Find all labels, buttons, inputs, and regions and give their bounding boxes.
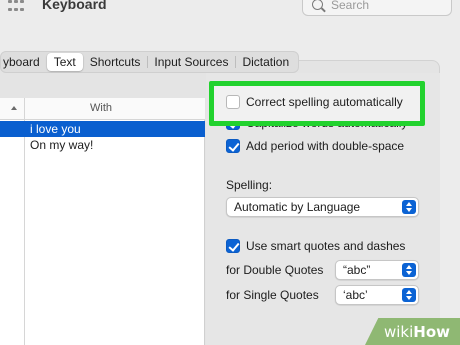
- search-icon: [312, 0, 323, 10]
- column-header-with[interactable]: With: [90, 102, 112, 114]
- sort-ascending-icon[interactable]: [11, 106, 17, 110]
- double-quotes-value: “abc”: [343, 263, 371, 277]
- chevron-up-down-icon: [402, 288, 416, 302]
- tab-keyboard[interactable]: yboard: [3, 53, 47, 71]
- smart-quotes-label: Use smart quotes and dashes: [246, 239, 406, 253]
- row-with-text: i love you: [30, 122, 81, 136]
- double-quotes-label: for Double Quotes: [226, 263, 324, 277]
- chevron-up-down-icon: [402, 200, 416, 214]
- table-row[interactable]: On my way!: [0, 137, 205, 153]
- smart-quotes-checkbox[interactable]: [226, 239, 240, 253]
- chevron-up-down-icon: [402, 263, 416, 277]
- correct-spelling-label: Correct spelling automatically: [246, 95, 403, 109]
- wikihow-logo-text: wikiHow: [384, 323, 451, 341]
- title-bar: Keyboard Search: [0, 0, 460, 40]
- text-replacements-table[interactable]: With i love you On my way!: [0, 98, 205, 345]
- correct-spelling-checkbox[interactable]: [226, 95, 240, 109]
- spelling-label: Spelling:: [226, 178, 273, 192]
- table-header: With: [0, 98, 205, 120]
- search-input[interactable]: Search: [302, 0, 452, 16]
- row-with-text: On my way!: [30, 138, 94, 152]
- tab-dictation[interactable]: Dictation: [235, 53, 296, 71]
- spelling-select-value: Automatic by Language: [234, 200, 361, 214]
- tab-text[interactable]: Text: [46, 53, 83, 71]
- window-title: Keyboard: [42, 0, 107, 12]
- tab-input-sources[interactable]: Input Sources: [147, 53, 235, 71]
- single-quotes-select[interactable]: ‘abc’: [335, 285, 419, 305]
- spelling-select[interactable]: Automatic by Language: [226, 197, 419, 217]
- table-row[interactable]: i love you: [0, 121, 205, 137]
- add-period-option[interactable]: Add period with double-space: [226, 139, 404, 153]
- show-all-grid-icon[interactable]: [8, 0, 24, 14]
- add-period-label: Add period with double-space: [246, 139, 405, 153]
- add-period-checkbox[interactable]: [226, 139, 240, 153]
- search-placeholder: Search: [331, 0, 370, 12]
- single-quotes-value: ‘abc’: [343, 288, 368, 302]
- tab-bar: yboard Text Shortcuts Input Sources Dict…: [0, 51, 300, 73]
- correct-spelling-option[interactable]: Correct spelling automatically: [226, 95, 403, 109]
- smart-quotes-option[interactable]: Use smart quotes and dashes: [226, 239, 405, 253]
- tab-shortcuts[interactable]: Shortcuts: [83, 53, 148, 71]
- double-quotes-select[interactable]: “abc”: [335, 260, 419, 280]
- single-quotes-label: for Single Quotes: [226, 288, 319, 302]
